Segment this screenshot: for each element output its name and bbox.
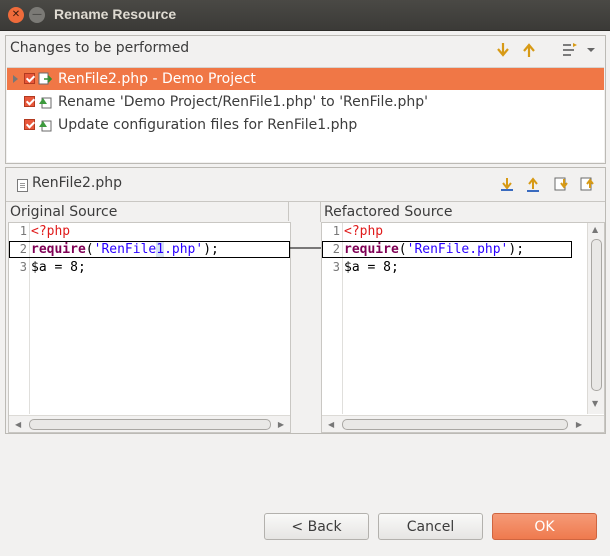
original-source-editor[interactable]: 1 2 3 <?php require('RenFile1.php'); $a … bbox=[8, 222, 291, 433]
changed-text-highlight: 1 bbox=[156, 242, 165, 257]
change-item-label: Rename 'Demo Project/RenFile1.php' to 'R… bbox=[58, 94, 429, 110]
changes-title: Changes to be performed bbox=[10, 40, 190, 56]
window-title: Rename Resource bbox=[54, 6, 177, 22]
ok-button[interactable]: OK bbox=[492, 513, 597, 540]
changes-list: RenFile2.php - Demo Project Rename 'Demo… bbox=[7, 67, 604, 162]
previous-change-icon[interactable] bbox=[520, 41, 538, 59]
change-item-renfile2[interactable]: RenFile2.php - Demo Project bbox=[7, 68, 604, 90]
expand-arrow-icon[interactable] bbox=[13, 75, 18, 83]
minimize-window-button[interactable]: — bbox=[29, 7, 45, 23]
php-file-icon bbox=[17, 179, 28, 192]
change-item-label: Update configuration files for RenFile1.… bbox=[58, 117, 358, 133]
code-string: 'RenFile bbox=[93, 242, 157, 257]
scroll-right-icon[interactable]: ▶ bbox=[278, 420, 284, 429]
line-number: 1 bbox=[19, 224, 27, 238]
filter-changes-icon[interactable] bbox=[561, 41, 579, 59]
code-line-3: $a = 8; bbox=[344, 260, 399, 275]
change-item-label: RenFile2.php - Demo Project bbox=[58, 71, 256, 87]
line-number: 3 bbox=[332, 260, 340, 274]
code-line-2: require('RenFile1.php'); bbox=[31, 241, 219, 258]
change-checkbox[interactable] bbox=[24, 73, 35, 84]
original-source-title: Original Source bbox=[6, 201, 289, 221]
horizontal-scrollbar[interactable]: ◀ ▶ bbox=[9, 415, 290, 432]
code-line-1: <?php bbox=[344, 224, 384, 239]
cancel-button[interactable]: Cancel bbox=[378, 513, 483, 540]
refactored-source-editor[interactable]: 1 2 3 <?php require('RenFile.php'); $a =… bbox=[321, 222, 605, 433]
rename-change-icon bbox=[39, 97, 52, 109]
scrollbar-thumb[interactable] bbox=[29, 419, 271, 430]
horizontal-scrollbar[interactable]: ◀ ▶ bbox=[322, 415, 604, 432]
line-number: 1 bbox=[332, 224, 340, 238]
scroll-up-icon[interactable]: ▲ bbox=[592, 225, 598, 234]
refactored-source-title: Refactored Source bbox=[320, 201, 605, 221]
code-paren: ( bbox=[398, 242, 407, 257]
php-change-icon bbox=[38, 72, 52, 85]
scroll-left-icon[interactable]: ◀ bbox=[15, 420, 21, 429]
scrollbar-thumb[interactable] bbox=[591, 239, 602, 391]
changes-panel: Changes to be performed RenFile2.php - D… bbox=[5, 35, 606, 164]
compare-file-label: RenFile2.php bbox=[32, 175, 123, 191]
previous-difference-icon[interactable] bbox=[524, 175, 542, 193]
next-change-icon[interactable] bbox=[494, 41, 512, 59]
scroll-right-icon[interactable]: ▶ bbox=[576, 420, 582, 429]
back-button[interactable]: < Back bbox=[264, 513, 369, 540]
title-bar: ✕ — Rename Resource bbox=[0, 0, 610, 31]
close-window-button[interactable]: ✕ bbox=[8, 7, 24, 23]
diff-connector bbox=[290, 247, 321, 249]
previous-change-compare-icon[interactable] bbox=[579, 175, 597, 193]
scroll-left-icon[interactable]: ◀ bbox=[328, 420, 334, 429]
code-keyword: require bbox=[344, 242, 399, 257]
change-checkbox[interactable] bbox=[24, 119, 35, 130]
code-string: 'RenFile.php' bbox=[406, 242, 509, 257]
code-paren: ( bbox=[85, 242, 94, 257]
code-paren: ); bbox=[203, 242, 219, 257]
code-line-2: require('RenFile.php'); bbox=[344, 241, 524, 258]
code-paren: ); bbox=[508, 242, 525, 257]
change-item-rename[interactable]: Rename 'Demo Project/RenFile1.php' to 'R… bbox=[7, 91, 604, 113]
diff-center-header bbox=[289, 201, 321, 222]
compare-panel: RenFile2.php Original Source Refactored … bbox=[5, 167, 606, 434]
vertical-scrollbar[interactable]: ▲ ▼ bbox=[587, 223, 604, 414]
view-menu-icon[interactable] bbox=[585, 41, 597, 59]
scroll-down-icon[interactable]: ▼ bbox=[592, 399, 598, 408]
change-checkbox[interactable] bbox=[24, 96, 35, 107]
code-line-3: $a = 8; bbox=[31, 260, 86, 275]
code-keyword: require bbox=[31, 242, 86, 257]
code-line-1: <?php bbox=[31, 224, 71, 239]
next-difference-icon[interactable] bbox=[498, 175, 516, 193]
next-change-compare-icon[interactable] bbox=[553, 175, 571, 193]
line-number: 3 bbox=[19, 260, 27, 274]
scrollbar-thumb[interactable] bbox=[342, 419, 568, 430]
update-change-icon bbox=[39, 120, 52, 132]
change-item-update-config[interactable]: Update configuration files for RenFile1.… bbox=[7, 114, 604, 136]
code-string: .php' bbox=[164, 242, 204, 257]
